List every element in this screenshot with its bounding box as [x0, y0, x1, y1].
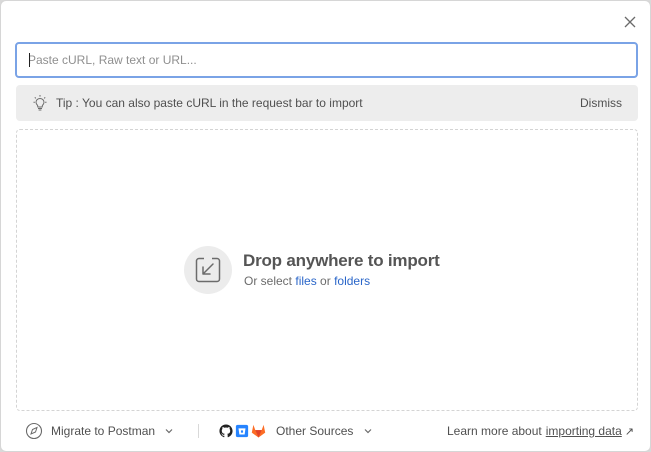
compass-icon: [25, 422, 43, 440]
drop-title: Drop anywhere to import: [243, 251, 440, 270]
close-button[interactable]: [620, 12, 640, 32]
external-link-icon: ↗: [624, 425, 634, 438]
dismiss-button[interactable]: Dismiss: [580, 96, 622, 110]
lightbulb-icon: [30, 93, 50, 113]
select-files-link[interactable]: files: [295, 274, 316, 288]
learn-more: Learn more about importing data ↗: [447, 415, 634, 447]
learn-prefix: Learn more about: [447, 424, 542, 438]
migrate-to-postman-button[interactable]: Migrate to Postman: [25, 415, 174, 447]
select-folders-link[interactable]: folders: [334, 274, 370, 288]
drop-subtitle: Or select files or folders: [244, 274, 370, 288]
chevron-down-icon: [364, 429, 372, 434]
import-modal: Tip : You can also paste cURL in the req…: [0, 0, 651, 452]
drop-sub-or: or: [320, 274, 331, 288]
footer: Migrate to Postman Other Sources Learn m…: [1, 415, 650, 447]
footer-divider: [198, 424, 199, 438]
other-sources-label: Other Sources: [276, 424, 354, 438]
gitlab-icon: [251, 424, 266, 438]
other-sources-button[interactable]: Other Sources: [219, 415, 373, 447]
close-icon: [624, 16, 636, 28]
bitbucket-icon: [235, 424, 249, 438]
importing-data-link[interactable]: importing data: [546, 424, 622, 438]
migrate-label: Migrate to Postman: [51, 424, 156, 438]
text-caret: [29, 53, 30, 67]
tip-text: Tip : You can also paste cURL in the req…: [56, 96, 363, 110]
chevron-down-icon: [165, 429, 173, 434]
github-icon: [219, 424, 233, 438]
import-search-input[interactable]: [28, 53, 636, 67]
import-icon: [184, 246, 232, 294]
tip-banner: Tip : You can also paste cURL in the req…: [16, 85, 638, 121]
drop-sub-prefix: Or select: [244, 274, 293, 288]
import-search-field[interactable]: [15, 42, 638, 78]
drop-zone[interactable]: Drop anywhere to import Or select files …: [16, 129, 638, 411]
